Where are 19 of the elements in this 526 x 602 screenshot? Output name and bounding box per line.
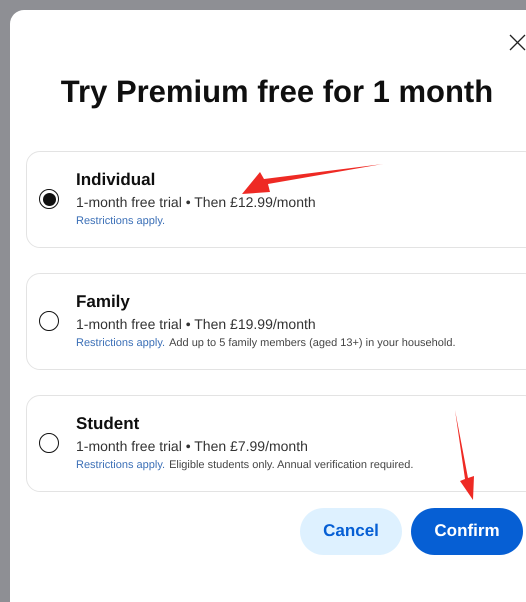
plan-note: Add up to 5 family members (aged 13+) in your household.	[169, 336, 456, 351]
confirm-button[interactable]: Confirm	[411, 508, 523, 554]
plan-price: 1-month free trial • Then £7.99/month	[76, 437, 309, 456]
close-icon[interactable]	[509, 34, 526, 51]
restrictions-link[interactable]: Restrictions apply.	[76, 457, 166, 473]
dialog-title: Try Premium free for 1 month	[60, 73, 494, 111]
radio-button[interactable]	[39, 189, 59, 209]
plan-name: Student	[76, 413, 140, 435]
plan-option[interactable]: Family 1-month free trial • Then £19.99/month Restrictions apply. Add up to 5 family members (aged 13+) in your household.	[26, 272, 526, 370]
plan-note: Eligible students only. Annual verification required.	[169, 458, 414, 473]
plan-name: Family	[76, 291, 131, 313]
cancel-button[interactable]: Cancel	[300, 508, 402, 554]
radio-button[interactable]	[39, 433, 59, 453]
restrictions-link[interactable]: Restrictions apply.	[76, 335, 166, 351]
plan-price: 1-month free trial • Then £12.99/month	[76, 193, 316, 212]
restrictions-link[interactable]: Restrictions apply.	[76, 213, 166, 229]
radio-button[interactable]	[39, 311, 59, 331]
plan-price: 1-month free trial • Then £19.99/month	[76, 315, 317, 334]
plan-name: Individual	[76, 169, 156, 191]
